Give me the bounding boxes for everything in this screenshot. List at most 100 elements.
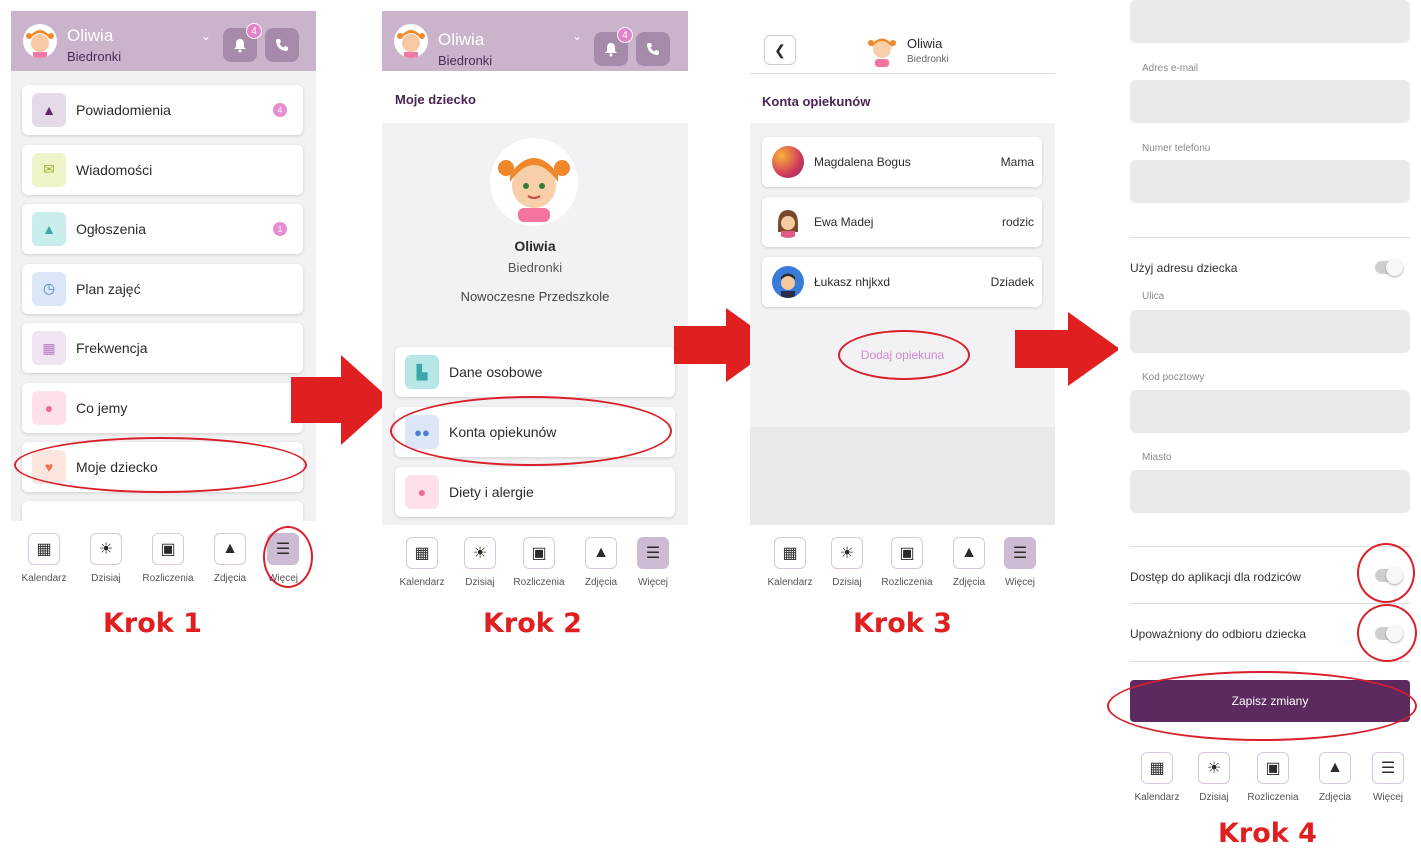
app-header: Oliwia Biedronki ⌄ 4 [11,11,316,71]
id-card-icon: ▙ [416,363,428,380]
calendar-icon: ▦ [782,545,798,562]
menu-item-personal-data[interactable]: ▙ Dane osobowe [395,347,675,397]
nav-billing[interactable]: ▣ Rozliczenia [1243,752,1303,803]
child-profile-group: Biedronki [507,260,563,275]
child-name: Oliwia [438,30,485,49]
chevron-down-icon[interactable]: ⌄ [572,29,582,43]
calendar-icon: ▦ [1149,760,1165,777]
wallet-icon: ▣ [531,545,547,562]
nav-calendar[interactable]: ▦ Kalendarz [392,537,452,588]
wallet-icon: ▣ [160,541,176,558]
nav-billing[interactable]: ▣ Rozliczenia [877,537,937,588]
bottom-nav: ▦ Kalendarz ☀ Dzisiaj ▣ Rozliczenia ▲ Zdjęci… [750,525,1055,601]
count-badge: 4 [273,103,287,117]
highlight-add-guardian [838,330,970,380]
menu-item-label: Wiadomości [76,161,153,178]
child-name: Oliwia [67,26,114,45]
highlight-pickup-toggle [1357,604,1417,662]
street-field[interactable] [1130,310,1410,353]
email-field[interactable] [1130,80,1410,123]
nav-today[interactable]: ☀ Dzisiaj [450,537,510,588]
sun-icon: ☀ [472,545,488,562]
calendar-icon: ▦ [414,545,430,562]
menu-item-diets[interactable]: ● Diety i alergie [395,467,675,517]
chevron-left-icon: ❮ [774,41,786,58]
nav-more[interactable]: ☰ Więcej [623,537,683,588]
nav-today[interactable]: ☀ Dzisiaj [76,533,136,584]
city-field[interactable] [1130,470,1410,513]
menu-item-label: Frekwencja [76,340,148,356]
divider [1130,603,1410,604]
nav-today[interactable]: ☀ Dzisiaj [1184,752,1244,803]
guardian-row[interactable]: Magdalena Bogus Mama [762,137,1042,187]
school-name: Nowoczesne Przedszkole [460,289,610,304]
wallet-icon: ▣ [1265,760,1281,777]
guardian-row[interactable]: Ewa Madej rodzic [762,197,1042,247]
highlight-moje-dziecko [14,437,307,493]
bell-icon [605,43,617,57]
postcode-field[interactable] [1130,390,1410,433]
chevron-down-icon[interactable]: ⌄ [201,29,211,43]
nav-calendar[interactable]: ▦ Kalendarz [14,533,74,584]
guardian-row[interactable]: Łukasz nhjkxd Dziadek [762,257,1042,307]
nav-photos[interactable]: ▲ Zdjęcia [200,533,260,584]
step3-screen: ❮ Oliwia Biedronki Konta opiekunów Magda… [750,11,1055,601]
menu-item[interactable]: ▲ Powiadomienia 4 [22,85,303,135]
bell-icon [234,39,246,53]
avatar [772,146,804,178]
divider [750,73,1055,74]
menu-icon: ☰ [1012,545,1028,562]
page-title: Moje dziecko [395,92,476,107]
nav-photos[interactable]: ▲ Zdjęcia [571,537,631,588]
sun-icon: ☀ [98,541,114,558]
calendar-icon: ▦ [42,339,56,356]
child-avatar[interactable] [23,24,57,58]
menu-icon: ☰ [645,545,661,562]
avatar [772,206,804,238]
nav-more[interactable]: ☰ Więcej [1358,752,1418,803]
child-avatar[interactable] [394,24,428,58]
highlight-save-button [1107,671,1417,741]
apple-icon: ● [44,399,54,416]
use-child-address-toggle[interactable] [1375,259,1403,276]
nav-today[interactable]: ☀ Dzisiaj [817,537,877,588]
phone-button[interactable] [265,28,299,62]
phone-field[interactable] [1130,160,1410,203]
menu-item[interactable]: ✉ Wiadomości [22,144,303,195]
clock-icon: ◷ [42,280,56,296]
nav-calendar[interactable]: ▦ Kalendarz [760,537,820,588]
arrow-right-icon [291,355,391,445]
nav-billing[interactable]: ▣ Rozliczenia [138,533,198,584]
child-avatar [867,33,897,69]
count-badge: 1 [273,222,287,236]
page-title: Konta opiekunów [762,94,871,109]
apple-icon: ● [417,484,427,500]
menu-item[interactable]: ▲ Ogłoszenia 1 [22,204,303,254]
pickup-auth-label: Upoważniony do odbioru dziecka [1130,627,1307,641]
text-field[interactable] [1130,0,1410,43]
phone-button[interactable] [636,32,670,66]
highlight-guardian-accounts [390,396,672,466]
sun-icon: ☀ [839,545,855,562]
image-icon: ▲ [593,544,609,561]
divider [1130,546,1410,547]
nav-calendar[interactable]: ▦ Kalendarz [1127,752,1187,803]
lower-bg [750,427,1055,527]
child-group: Biedronki [67,49,122,64]
sun-icon: ☀ [1206,760,1222,777]
back-button[interactable]: ❮ [764,35,796,65]
menu-item-label: Ogłoszenia [76,221,147,237]
calendar-icon: ▦ [36,541,52,558]
phone-icon [647,43,659,55]
envelope-icon: ✉ [43,161,55,177]
divider [1130,237,1410,238]
nav-billing[interactable]: ▣ Rozliczenia [509,537,569,588]
menu-item[interactable]: ◷ Plan zajęć [22,263,303,314]
nav-photos[interactable]: ▲ Zdjęcia [1305,752,1365,803]
menu-item-label: Co jemy [76,399,128,416]
menu-item[interactable]: ▦ Frekwencja [22,323,303,373]
menu-item[interactable]: ● Co jemy [22,382,303,433]
step2-screen: Oliwia Biedronki ⌄ 4 Moje dziecko Oliwia… [382,11,688,601]
nav-more[interactable]: ☰ Więcej [990,537,1050,588]
app-header: Oliwia Biedronki ⌄ 4 [382,11,688,71]
